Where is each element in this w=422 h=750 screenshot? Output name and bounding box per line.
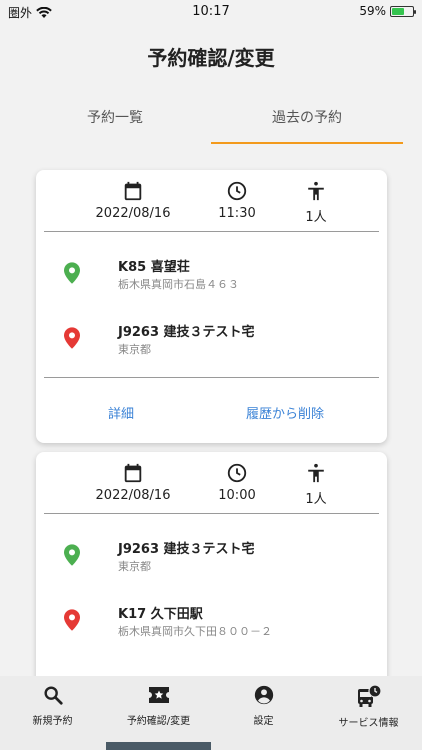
people-info: 1人 bbox=[301, 462, 331, 507]
clock-icon bbox=[227, 463, 247, 483]
nav-reservation-check[interactable]: 予約確認/変更 bbox=[106, 684, 211, 727]
delete-history-button[interactable]: 履歴から削除 bbox=[246, 403, 324, 422]
reservation-people: 1人 bbox=[305, 492, 327, 507]
battery-level bbox=[392, 7, 404, 15]
date-info: 2022/08/16 bbox=[88, 462, 178, 503]
status-bar: 圏外 10:17 59% bbox=[0, 0, 422, 24]
divider bbox=[44, 231, 379, 232]
dropoff-pin-icon bbox=[64, 609, 80, 631]
battery-icon bbox=[390, 5, 416, 17]
nav-new-reservation[interactable]: 新規予約 bbox=[0, 684, 105, 727]
date-info: 2022/08/16 bbox=[88, 180, 178, 221]
bus-clock-icon bbox=[357, 684, 382, 707]
people-info: 1人 bbox=[301, 180, 331, 225]
reservation-date: 2022/08/16 bbox=[95, 488, 171, 503]
dropoff-address: 東京都 bbox=[118, 343, 151, 356]
time-info: 10:00 bbox=[212, 462, 262, 503]
nav-label: 新規予約 bbox=[32, 716, 73, 727]
divider bbox=[44, 513, 379, 514]
calendar-icon bbox=[124, 463, 142, 483]
reservation-time: 11:30 bbox=[218, 206, 256, 221]
nav-label: 設定 bbox=[253, 716, 274, 727]
time-info: 11:30 bbox=[212, 180, 262, 221]
clock-icon bbox=[227, 181, 247, 201]
account-circle-icon bbox=[254, 685, 273, 705]
ticket-icon bbox=[148, 687, 169, 703]
dropoff-name: K17 久下田駅 bbox=[118, 607, 203, 622]
tab-bar: 予約一覧 過去の予約 bbox=[0, 104, 422, 144]
reservation-date: 2022/08/16 bbox=[95, 206, 171, 221]
pickup-pin-icon bbox=[64, 262, 80, 284]
pickup-name: K85 喜望荘 bbox=[118, 260, 190, 275]
reservation-card: 2022/08/16 10:00 1人 J9263 建技３テスト宅 東京都 K1… bbox=[36, 452, 387, 692]
divider bbox=[44, 377, 379, 378]
tab-reservation-list[interactable]: 予約一覧 bbox=[19, 104, 211, 144]
pickup-address: 東京都 bbox=[118, 560, 151, 573]
pickup-name: J9263 建技３テスト宅 bbox=[118, 542, 255, 557]
active-nav-indicator bbox=[106, 742, 211, 750]
reservation-people: 1人 bbox=[305, 210, 327, 225]
dropoff-address: 栃木県真岡市久下田８００－２ bbox=[118, 625, 272, 638]
nav-service-info[interactable]: サービス情報 bbox=[316, 684, 421, 729]
page-title: 予約確認/変更 bbox=[147, 46, 275, 70]
dropoff-pin-icon bbox=[64, 327, 80, 349]
detail-button[interactable]: 詳細 bbox=[108, 403, 134, 422]
pickup-address: 栃木県真岡市石島４６３ bbox=[118, 278, 239, 291]
nav-label: 予約確認/変更 bbox=[126, 716, 191, 727]
tab-past-reservations[interactable]: 過去の予約 bbox=[211, 104, 403, 144]
reservation-card: 2022/08/16 11:30 1人 K85 喜望荘 栃木県真岡市石島４６３ … bbox=[36, 170, 387, 443]
status-right: 59% bbox=[359, 4, 416, 18]
pickup-pin-icon bbox=[64, 544, 80, 566]
battery-percent: 59% bbox=[359, 4, 386, 18]
dropoff-name: J9263 建技３テスト宅 bbox=[118, 325, 255, 340]
calendar-icon bbox=[124, 181, 142, 201]
nav-label: サービス情報 bbox=[338, 718, 399, 729]
card-actions: 詳細 履歴から削除 bbox=[36, 403, 387, 427]
search-icon bbox=[43, 686, 63, 705]
person-icon bbox=[308, 181, 324, 201]
person-icon bbox=[308, 463, 324, 483]
bottom-nav: 新規予約 予約確認/変更 設定 サービス情報 bbox=[0, 676, 422, 750]
reservation-time: 10:00 bbox=[218, 488, 256, 503]
nav-settings[interactable]: 設定 bbox=[211, 684, 316, 727]
